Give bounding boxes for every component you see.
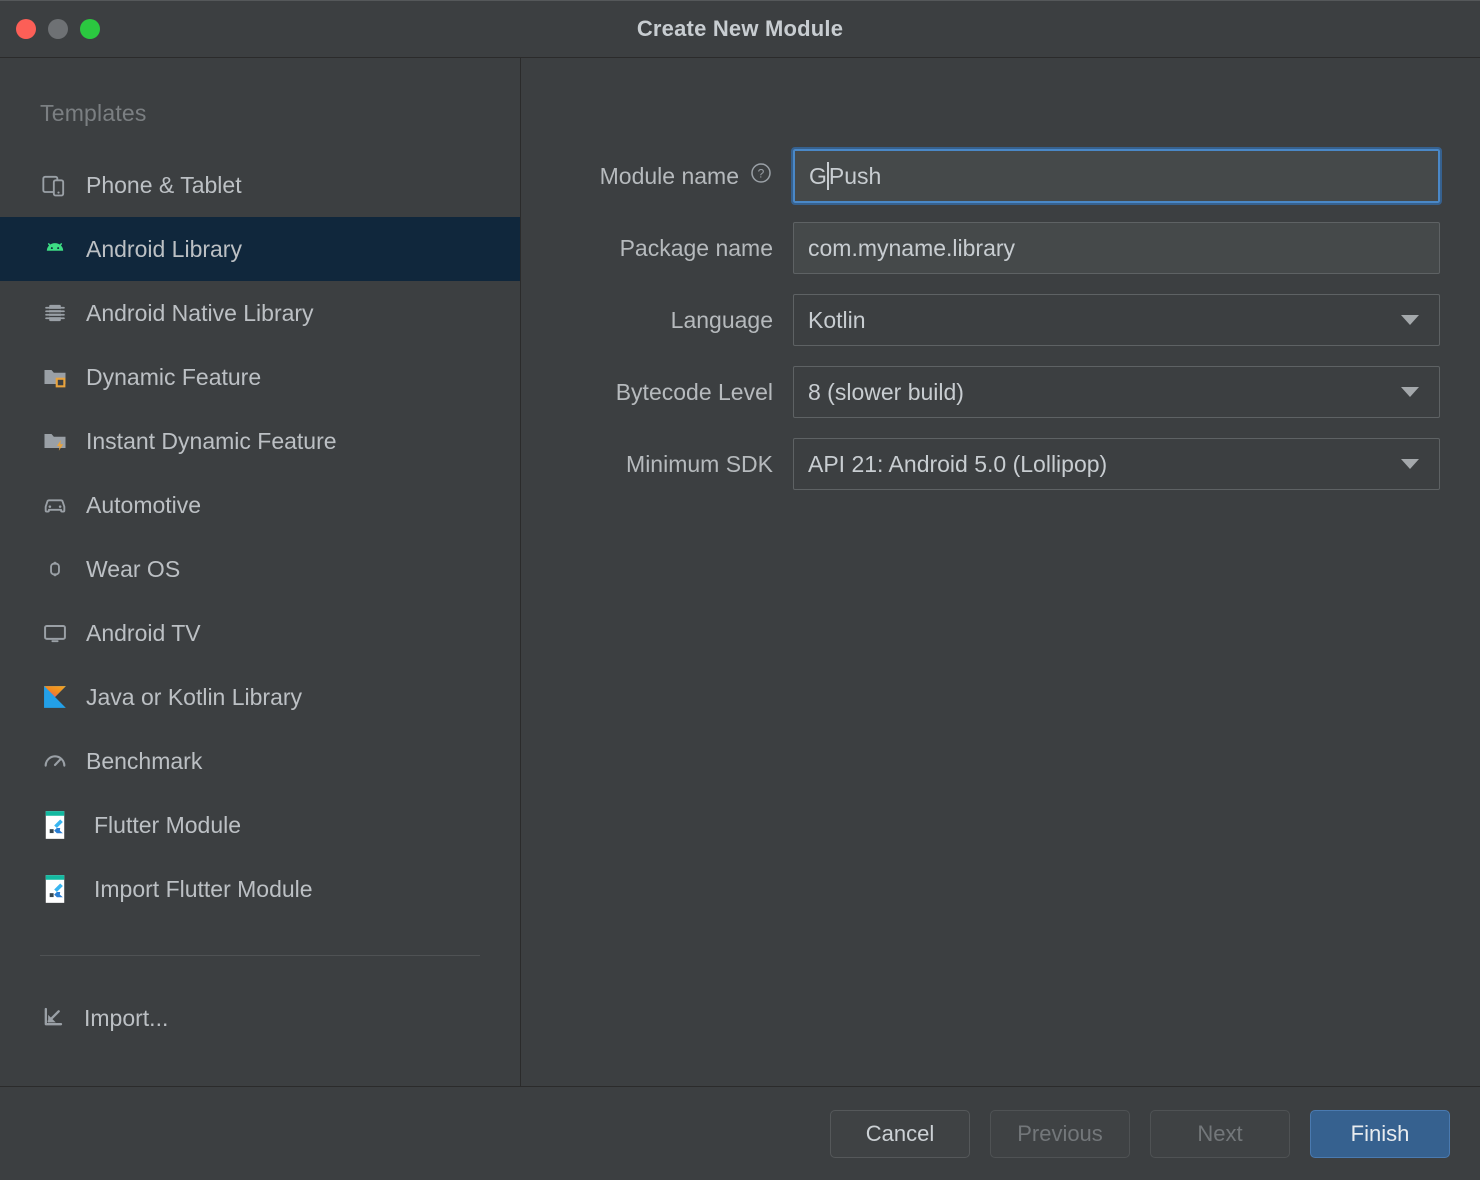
sidebar-item-label: Android TV bbox=[86, 619, 201, 646]
car-icon bbox=[40, 490, 70, 520]
watch-icon bbox=[40, 554, 70, 584]
sidebar-item-label: Flutter Module bbox=[94, 811, 242, 838]
phone-tablet-icon bbox=[40, 170, 70, 200]
field-row-module-name: Module name ? G Push bbox=[567, 147, 1442, 205]
sidebar-item-label: Import... bbox=[84, 1004, 169, 1031]
language-label: Language bbox=[670, 306, 773, 333]
next-button[interactable]: Next bbox=[1150, 1109, 1290, 1158]
field-row-package-name: Package name com.myname.library bbox=[567, 222, 1440, 274]
minimize-window-button[interactable] bbox=[48, 19, 68, 39]
window-controls bbox=[16, 1, 100, 57]
sidebar-item-label: Benchmark bbox=[86, 747, 203, 774]
bytecode-level-label: Bytecode Level bbox=[615, 378, 773, 405]
bytecode-level-value: 8 (slower build) bbox=[808, 378, 964, 405]
sidebar-item-flutter-module[interactable]: Flutter Module bbox=[0, 793, 520, 857]
chevron-down-icon bbox=[1401, 387, 1419, 397]
import-arrow-icon bbox=[40, 1002, 68, 1035]
speedometer-icon bbox=[40, 746, 70, 776]
bytecode-level-select[interactable]: 8 (slower build) bbox=[793, 366, 1440, 418]
sidebar-item-wear-os[interactable]: Wear OS bbox=[0, 537, 520, 601]
module-name-label-text: Module name bbox=[599, 162, 739, 189]
minimum-sdk-value: API 21: Android 5.0 (Lollipop) bbox=[808, 450, 1108, 477]
module-name-value-before-caret: G bbox=[809, 162, 827, 189]
sidebar-item-label: Java or Kotlin Library bbox=[86, 683, 303, 710]
sidebar-item-android-tv[interactable]: Android TV bbox=[0, 601, 520, 665]
finish-button[interactable]: Finish bbox=[1310, 1109, 1450, 1158]
sidebar-item-android-library[interactable]: Android Library bbox=[0, 217, 520, 281]
kotlin-logo-icon bbox=[40, 682, 70, 712]
package-name-value: com.myname.library bbox=[808, 234, 1016, 261]
sidebar-divider bbox=[40, 955, 480, 956]
sidebar-item-android-native-library[interactable]: Android Native Library bbox=[0, 281, 520, 345]
sidebar-item-label: Android Library bbox=[86, 235, 242, 262]
sidebar-item-benchmark[interactable]: Benchmark bbox=[0, 729, 520, 793]
package-name-label: Package name bbox=[619, 234, 773, 261]
sidebar-item-label: Android Native Library bbox=[86, 299, 314, 326]
package-name-input[interactable]: com.myname.library bbox=[793, 222, 1440, 274]
sidebar-item-label: Phone & Tablet bbox=[86, 171, 242, 198]
question-circle-icon[interactable]: ? bbox=[749, 161, 773, 191]
android-robot-icon bbox=[40, 234, 70, 264]
sidebar-item-instant-dynamic-feature[interactable]: Instant Dynamic Feature bbox=[0, 409, 520, 473]
module-name-value-after-caret: Push bbox=[828, 162, 882, 189]
sidebar-item-label: Wear OS bbox=[86, 555, 181, 582]
sidebar-item-dynamic-feature[interactable]: Dynamic Feature bbox=[0, 345, 520, 409]
language-select[interactable]: Kotlin bbox=[793, 294, 1440, 346]
templates-list: Phone & Tablet Android Library Android N… bbox=[0, 153, 520, 921]
close-window-button[interactable] bbox=[16, 19, 36, 39]
module-config-form: Module name ? G Push Package name com.my… bbox=[521, 58, 1480, 1086]
dialog-footer: Cancel Previous Next Finish bbox=[0, 1087, 1480, 1180]
cancel-button[interactable]: Cancel bbox=[830, 1109, 970, 1158]
minimum-sdk-label: Minimum SDK bbox=[626, 450, 773, 477]
templates-heading: Templates bbox=[40, 100, 147, 126]
module-name-input[interactable]: G Push bbox=[791, 147, 1442, 205]
flutter-icon bbox=[40, 810, 70, 840]
field-row-minimum-sdk: Minimum SDK API 21: Android 5.0 (Lollipo… bbox=[567, 438, 1440, 490]
field-row-language: Language Kotlin bbox=[567, 294, 1440, 346]
dialog-body: Templates Phone & Tablet Android Library… bbox=[0, 58, 1480, 1087]
sidebar-item-automotive[interactable]: Automotive bbox=[0, 473, 520, 537]
window-titlebar: Create New Module bbox=[0, 0, 1480, 58]
maximize-window-button[interactable] bbox=[80, 19, 100, 39]
templates-sidebar: Templates Phone & Tablet Android Library… bbox=[0, 58, 521, 1086]
chevron-down-icon bbox=[1401, 459, 1419, 469]
language-value: Kotlin bbox=[808, 306, 866, 333]
sidebar-item-label: Automotive bbox=[86, 491, 202, 518]
chip-icon bbox=[40, 298, 70, 328]
create-new-module-dialog: Create New Module Templates Phone & Tabl… bbox=[0, 0, 1480, 1180]
flutter-icon bbox=[40, 874, 70, 904]
sidebar-item-import-flutter-module[interactable]: Import Flutter Module bbox=[0, 857, 520, 921]
folder-lightning-icon bbox=[40, 426, 70, 456]
folder-module-icon bbox=[40, 362, 70, 392]
tv-icon bbox=[40, 618, 70, 648]
sidebar-item-phone-tablet[interactable]: Phone & Tablet bbox=[0, 153, 520, 217]
sidebar-item-label: Instant Dynamic Feature bbox=[86, 427, 337, 454]
minimum-sdk-select[interactable]: API 21: Android 5.0 (Lollipop) bbox=[793, 438, 1440, 490]
previous-button[interactable]: Previous bbox=[990, 1109, 1130, 1158]
sidebar-item-import[interactable]: Import... bbox=[0, 986, 520, 1050]
chevron-down-icon bbox=[1401, 315, 1419, 325]
sidebar-item-java-kotlin-library[interactable]: Java or Kotlin Library bbox=[0, 665, 520, 729]
dialog-title: Create New Module bbox=[636, 16, 844, 41]
sidebar-item-label: Import Flutter Module bbox=[94, 875, 313, 902]
module-name-label: Module name ? bbox=[567, 161, 793, 191]
sidebar-item-label: Dynamic Feature bbox=[86, 363, 262, 390]
field-row-bytecode-level: Bytecode Level 8 (slower build) bbox=[567, 366, 1440, 418]
svg-text:?: ? bbox=[758, 167, 765, 181]
